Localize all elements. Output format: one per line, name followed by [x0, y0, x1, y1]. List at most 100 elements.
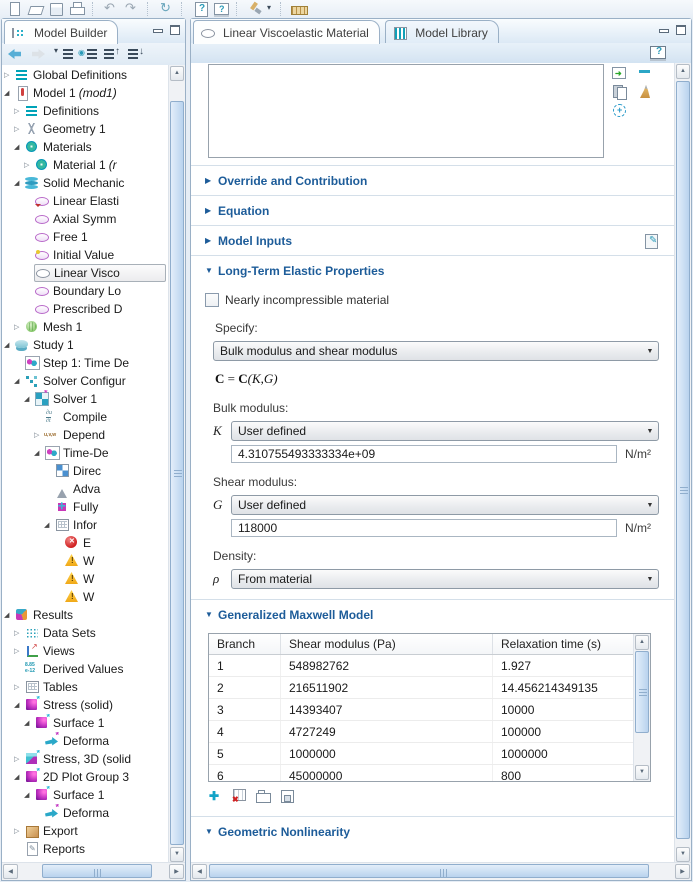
- brush-icon[interactable]: [246, 1, 265, 17]
- scroll-up-button[interactable]: ▲: [676, 64, 690, 79]
- tree-item[interactable]: W: [2, 588, 168, 606]
- tree-item[interactable]: Material 1(r: [2, 156, 168, 174]
- table-cell[interactable]: 1000000: [281, 743, 493, 764]
- tree-item[interactable]: Mesh 1: [2, 318, 168, 336]
- tree-item[interactable]: Surface 1: [2, 786, 168, 804]
- shear-modulus-combo[interactable]: User defined: [231, 495, 659, 515]
- tree-item[interactable]: W: [2, 570, 168, 588]
- scroll-thumb[interactable]: [42, 864, 152, 878]
- table-cell[interactable]: 3: [209, 699, 281, 720]
- tree-collapsed-arrow-icon[interactable]: [14, 647, 24, 655]
- scroll-left-button[interactable]: ◀: [3, 864, 18, 879]
- open-file-icon[interactable]: [26, 1, 45, 17]
- tree-collapsed-arrow-icon[interactable]: [14, 683, 24, 691]
- tree-item[interactable]: Derived Values: [2, 660, 168, 678]
- undo-icon[interactable]: [102, 1, 121, 17]
- tree-collapsed-arrow-icon[interactable]: [34, 431, 44, 439]
- save-file-icon[interactable]: [279, 788, 297, 804]
- refresh-icon[interactable]: [157, 1, 176, 17]
- scroll-thumb[interactable]: [170, 101, 184, 845]
- nearly-incompressible-checkbox[interactable]: [205, 293, 219, 307]
- forward-icon[interactable]: [30, 46, 52, 62]
- tree-item[interactable]: Study 1: [2, 336, 168, 354]
- scroll-thumb[interactable]: [676, 81, 690, 839]
- tree-expanded-arrow-icon[interactable]: [14, 773, 24, 781]
- tree-item[interactable]: Materials: [2, 138, 168, 156]
- tree-item[interactable]: Free 1: [2, 228, 168, 246]
- selection-list[interactable]: [208, 64, 604, 158]
- tree-collapsed-arrow-icon[interactable]: [14, 125, 24, 133]
- tree-item[interactable]: Solver Configur: [2, 372, 168, 390]
- table-cell[interactable]: 2: [209, 677, 281, 698]
- table-column-header[interactable]: Shear modulus (Pa): [281, 634, 493, 654]
- tree-expanded-arrow-icon[interactable]: [24, 719, 34, 727]
- tab-linear-viscoelastic-material[interactable]: Linear Viscoelastic Material: [193, 20, 380, 44]
- move-up-icon[interactable]: [102, 46, 124, 62]
- tree-item[interactable]: Axial Symm: [2, 210, 168, 228]
- back-icon[interactable]: [6, 46, 28, 62]
- table-cell[interactable]: 216511902: [281, 677, 493, 698]
- copy-selection-icon[interactable]: [611, 84, 629, 100]
- tree-item[interactable]: Views: [2, 642, 168, 660]
- table-cell[interactable]: 14393407: [281, 699, 493, 720]
- section-geometric-nonlinearity[interactable]: Geometric Nonlinearity: [191, 816, 675, 846]
- tree-item[interactable]: Geometry 1: [2, 120, 168, 138]
- tree-item[interactable]: Compile: [2, 408, 168, 426]
- move-down-icon[interactable]: [126, 46, 148, 62]
- remove-selection-icon[interactable]: [637, 65, 655, 81]
- tree-item[interactable]: Step 1: Time De: [2, 354, 168, 372]
- paste-selection-icon[interactable]: [611, 65, 629, 81]
- tree-item[interactable]: W: [2, 552, 168, 570]
- section-override-and-contribution[interactable]: Override and Contribution: [191, 165, 675, 195]
- table-column-header[interactable]: Relaxation time (s): [493, 634, 650, 654]
- tree-collapsed-arrow-icon[interactable]: [14, 323, 24, 331]
- scroll-down-button[interactable]: ▼: [170, 847, 184, 862]
- table-cell[interactable]: 100000: [493, 721, 650, 742]
- tree-item[interactable]: Solid Mechanic: [2, 174, 168, 192]
- tree-expanded-arrow-icon[interactable]: [34, 449, 44, 457]
- tree-expanded-arrow-icon[interactable]: [44, 521, 54, 529]
- table-cell[interactable]: 10000: [493, 699, 650, 720]
- table-cell[interactable]: 1000000: [493, 743, 650, 764]
- tree-item[interactable]: Fully: [2, 498, 168, 516]
- table-cell[interactable]: 800: [493, 765, 650, 782]
- tree-selection-highlight[interactable]: Linear Visco: [34, 264, 166, 282]
- delete-row-icon[interactable]: [231, 788, 249, 804]
- tree-item[interactable]: Prescribed D: [2, 300, 168, 318]
- tree-item[interactable]: Boundary Lo: [2, 282, 168, 300]
- tree-item[interactable]: 2D Plot Group 3: [2, 768, 168, 786]
- clear-selection-icon[interactable]: [637, 84, 655, 100]
- edit-model-inputs-icon[interactable]: [643, 233, 661, 249]
- collapse-all-icon[interactable]: [54, 46, 76, 62]
- table-cell[interactable]: 14.456214349135: [493, 677, 650, 698]
- tree-expanded-arrow-icon[interactable]: [24, 791, 34, 799]
- help-doc-icon[interactable]: [212, 1, 231, 17]
- minimize-panel-button[interactable]: [151, 24, 164, 35]
- table-cell[interactable]: 4727249: [281, 721, 493, 742]
- show-icon[interactable]: [78, 46, 100, 62]
- scroll-right-button[interactable]: ▶: [675, 864, 690, 879]
- tree-item[interactable]: Definitions: [2, 102, 168, 120]
- tree-item[interactable]: Adva: [2, 480, 168, 498]
- section-equation[interactable]: Equation: [191, 195, 675, 225]
- section-long-term-elastic-properties[interactable]: Long-Term Elastic Properties: [191, 255, 675, 285]
- load-file-icon[interactable]: [255, 788, 273, 804]
- add-row-icon[interactable]: [207, 788, 225, 804]
- tab-model-library[interactable]: Model Library: [385, 20, 499, 44]
- table-column-header[interactable]: Branch: [209, 634, 281, 654]
- tree-item[interactable]: Linear Visco: [2, 264, 168, 282]
- tree-horizontal-scrollbar[interactable]: ◀ ▶: [2, 862, 185, 880]
- tree-collapsed-arrow-icon[interactable]: [4, 71, 14, 79]
- brush-arrow-icon[interactable]: [267, 1, 275, 17]
- table-cell[interactable]: 6: [209, 765, 281, 782]
- tree-item[interactable]: Model 1(mod1): [2, 84, 168, 102]
- tree-expanded-arrow-icon[interactable]: [24, 395, 34, 403]
- tree-item[interactable]: E: [2, 534, 168, 552]
- scroll-left-button[interactable]: ◀: [192, 864, 207, 879]
- scroll-down-button[interactable]: ▼: [635, 765, 649, 780]
- tree-item[interactable]: Global Definitions: [2, 66, 168, 84]
- scroll-thumb[interactable]: [635, 651, 649, 733]
- tree-item[interactable]: Data Sets: [2, 624, 168, 642]
- tree-item[interactable]: Stress, 3D (solid: [2, 750, 168, 768]
- zoom-to-selection-icon[interactable]: [611, 103, 629, 119]
